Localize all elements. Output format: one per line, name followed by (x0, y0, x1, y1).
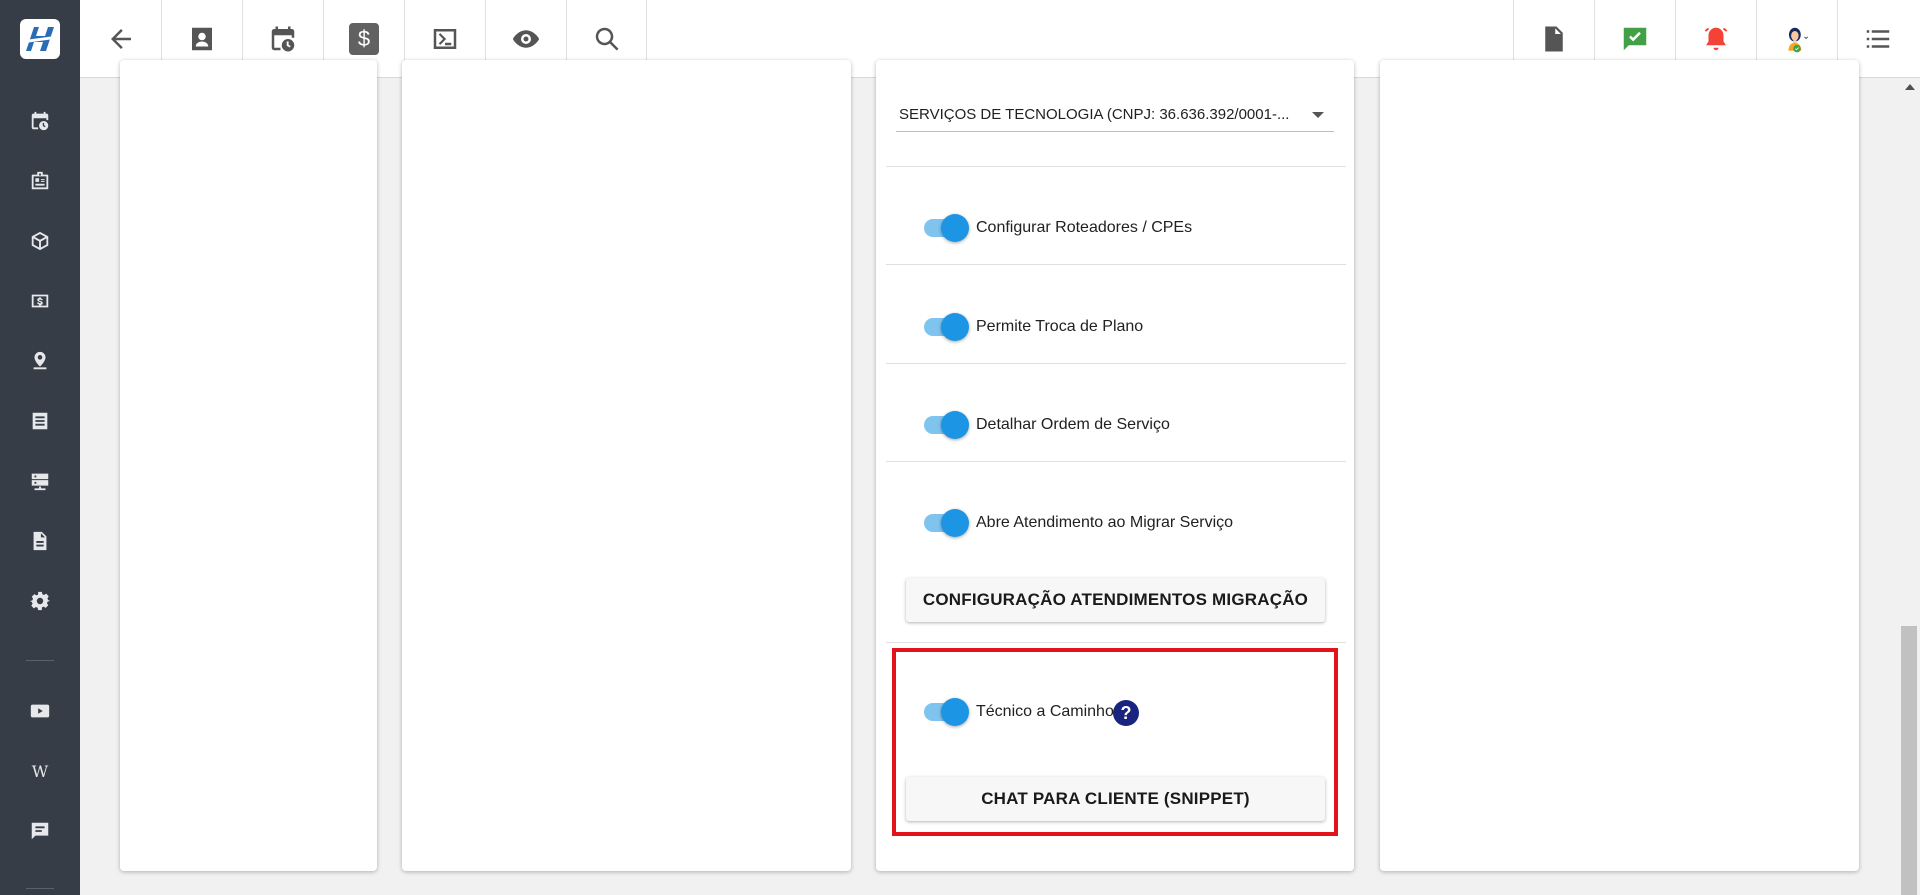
box-icon (31, 231, 49, 251)
panel-card-4 (1380, 60, 1859, 871)
sidebar-item-chat[interactable] (0, 801, 80, 861)
arrow-left-icon (110, 28, 131, 49)
divider (886, 363, 1346, 364)
avatar-icon (1788, 27, 1809, 52)
dollar-box-icon (31, 294, 49, 308)
chat-icon (31, 822, 49, 840)
divider (886, 264, 1346, 265)
toggle-migration[interactable] (924, 509, 969, 537)
document-icon (33, 531, 47, 551)
scrollbar[interactable] (1900, 78, 1920, 895)
sidebar-item-videos[interactable] (0, 681, 80, 741)
sidebar-item-wiki[interactable]: W (0, 741, 80, 801)
terminal-icon (433, 28, 457, 49)
sidebar-item-location[interactable] (0, 331, 80, 391)
eye-icon (512, 29, 540, 48)
sidebar-item-products[interactable] (0, 211, 80, 271)
building-icon (31, 171, 49, 190)
list-box-icon (32, 412, 48, 430)
scroll-up-icon[interactable] (1905, 84, 1915, 90)
chat-check-icon (1623, 27, 1647, 50)
company-select-value: SERVIÇOS DE TECNOLOGIA (CNPJ: 36.636.392… (899, 106, 1290, 123)
alarm-bell-icon (1704, 27, 1728, 50)
sidebar-item-settings[interactable] (0, 571, 80, 631)
dollar-icon: $ (349, 22, 379, 55)
map-pin-icon (33, 351, 47, 370)
search-icon (595, 27, 618, 50)
chat-snippet-button[interactable]: CHAT PARA CLIENTE (SNIPPET) (906, 777, 1325, 821)
sidebar-divider (26, 660, 54, 661)
toggle-label: Técnico a Caminho (976, 703, 1114, 720)
sidebar: W (0, 0, 80, 895)
contact-card-icon (192, 27, 212, 50)
sidebar-item-schedule[interactable] (0, 91, 80, 151)
calendar-clock-icon (271, 26, 295, 51)
panel-card-1 (120, 60, 377, 871)
toggle-label: Configurar Roteadores / CPEs (976, 219, 1193, 236)
migration-config-button[interactable]: CONFIGURAÇÃO ATENDIMENTOS MIGRAÇÃO (906, 578, 1325, 622)
logo-icon (25, 27, 55, 51)
sidebar-item-documents[interactable] (0, 511, 80, 571)
sidebar-item-company[interactable] (0, 151, 80, 211)
app-logo[interactable] (0, 0, 80, 78)
toggle-technician[interactable] (924, 698, 969, 726)
sidebar-item-list[interactable] (0, 391, 80, 451)
company-select[interactable]: SERVIÇOS DE TECNOLOGIA (CNPJ: 36.636.392… (896, 98, 1334, 132)
list-icon (1866, 29, 1890, 48)
sidebar-item-servers[interactable] (0, 451, 80, 511)
panel-card-2 (402, 60, 851, 871)
logo-mark (20, 19, 60, 59)
toggle-service-order[interactable] (924, 411, 969, 439)
pdf-icon (1545, 26, 1563, 51)
video-play-icon (30, 704, 50, 718)
chevron-down-icon (1312, 112, 1324, 118)
toggle-label: Detalhar Ordem de Serviço (976, 416, 1170, 433)
toggle-plan-change[interactable] (924, 313, 969, 341)
toggle-label: Permite Troca de Plano (976, 318, 1144, 335)
help-icon[interactable]: ? (1113, 700, 1139, 726)
calendar-clock-icon (31, 111, 49, 131)
wiki-icon: W (31, 761, 49, 781)
scroll-thumb[interactable] (1901, 626, 1917, 895)
toggle-routers[interactable] (924, 214, 969, 242)
toggle-label: Abre Atendimento ao Migrar Serviço (976, 514, 1234, 531)
gear-icon (29, 591, 51, 611)
divider (886, 461, 1346, 462)
server-icon (31, 473, 49, 491)
sidebar-item-finance[interactable] (0, 271, 80, 331)
divider (886, 642, 1346, 643)
divider (886, 166, 1346, 167)
sidebar-divider-bottom (26, 888, 54, 889)
